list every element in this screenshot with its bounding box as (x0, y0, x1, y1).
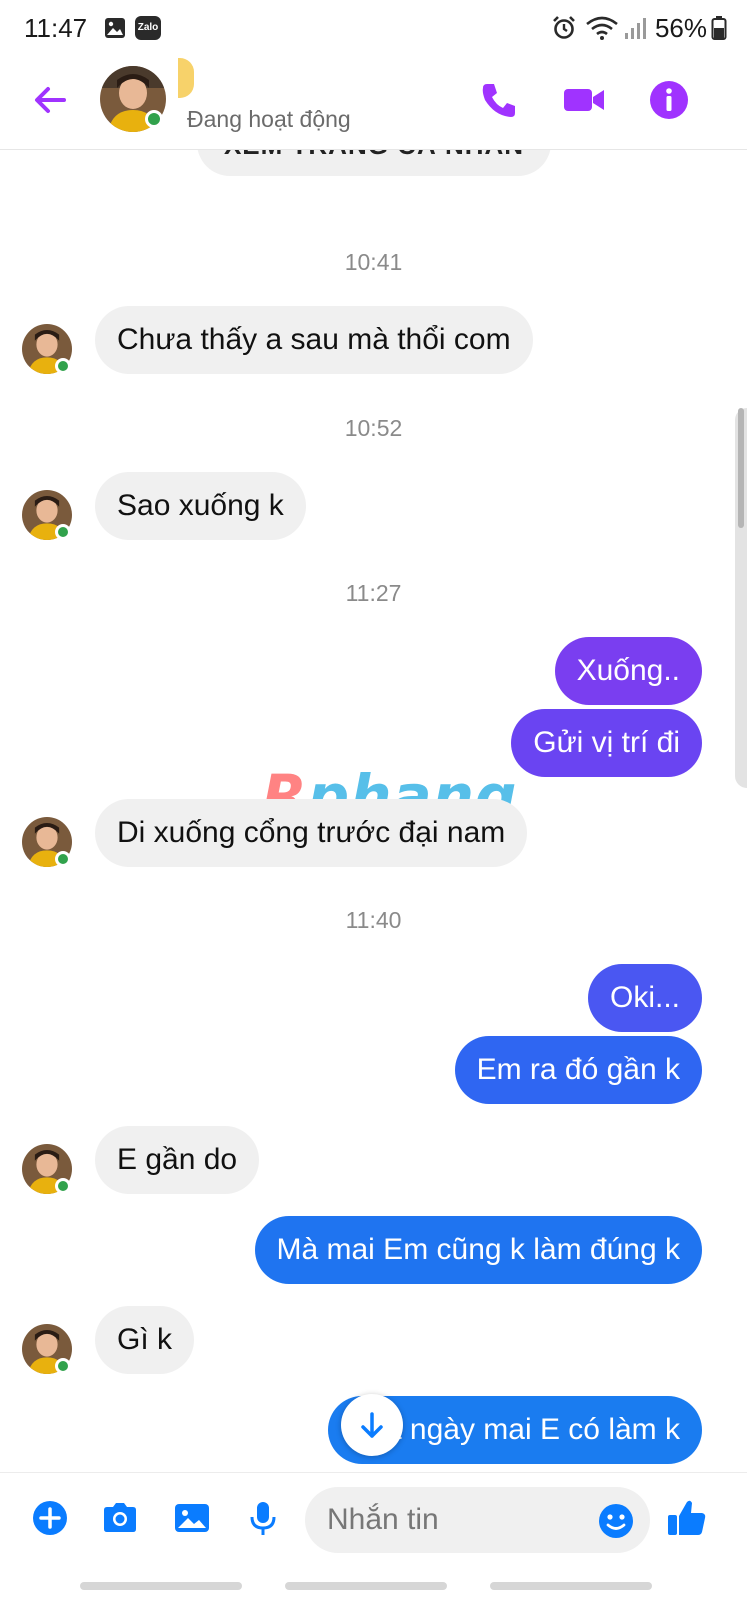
timestamp: 10:41 (344, 249, 403, 275)
timestamp: 11:27 (345, 580, 402, 606)
online-indicator (55, 1178, 71, 1194)
chat-header: Đang hoạt động (0, 58, 747, 150)
thumbs-up-icon[interactable] (665, 1496, 709, 1540)
online-indicator (55, 1358, 71, 1374)
arrow-down-icon (361, 1412, 383, 1438)
online-indicator (55, 524, 71, 540)
info-icon[interactable] (647, 78, 691, 122)
phone-call-icon[interactable] (477, 78, 521, 122)
gallery-icon[interactable] (172, 1498, 212, 1538)
nav-home[interactable] (285, 1582, 447, 1590)
timestamp: 11:40 (345, 907, 402, 933)
alarm-icon (553, 16, 575, 39)
emoji-icon[interactable] (596, 1501, 636, 1541)
active-status: Đang hoạt động (187, 106, 351, 132)
incoming-message[interactable]: Sao xuống k (95, 472, 306, 540)
contact-name-emoji (178, 58, 194, 98)
system-nav-bar (0, 1564, 747, 1600)
timestamp: 10:52 (344, 415, 403, 441)
nav-back[interactable] (490, 1582, 652, 1590)
outgoing-message[interactable]: Xuống.. (554, 637, 702, 705)
battery-icon (711, 16, 727, 40)
back-arrow-icon[interactable] (30, 80, 70, 120)
incoming-message[interactable]: Di xuống cổng trước đại nam (95, 799, 528, 867)
view-profile-button[interactable]: XEM TRANG CÁ NHÂN (197, 150, 551, 176)
zalo-notification-icon: Zalo (135, 16, 161, 40)
outgoing-message[interactable]: Oki... (587, 964, 702, 1032)
signal-icon (624, 18, 646, 39)
incoming-message[interactable]: Gì k (95, 1306, 195, 1374)
nav-recent-apps[interactable] (80, 1582, 242, 1590)
status-time: 11:47 (24, 13, 88, 43)
wifi-icon (586, 16, 618, 40)
gallery-notification-icon (105, 18, 125, 38)
status-right: 56% (551, 12, 727, 44)
plus-icon[interactable] (30, 1498, 70, 1538)
outgoing-message[interactable]: Em ra đó gần k (454, 1036, 702, 1104)
composer-bar: Nhắn tin (0, 1472, 747, 1564)
online-indicator (145, 110, 163, 128)
message-input[interactable]: Nhắn tin (305, 1487, 650, 1553)
battery-percent: 56% (654, 12, 707, 43)
outgoing-message[interactable]: Mà mai Em cũng k làm đúng k (254, 1216, 702, 1284)
scroll-to-bottom-button[interactable] (341, 1394, 403, 1456)
status-bar: 11:47 Zalo 56% (0, 0, 747, 58)
message-list[interactable]: XEM TRANG CÁ NHÂN 10:41 Chưa thấy a sau … (0, 150, 747, 1472)
outgoing-message[interactable]: Gửi vị trí đi (511, 709, 702, 777)
online-indicator (55, 851, 71, 867)
scrollbar[interactable] (735, 408, 747, 788)
microphone-icon[interactable] (243, 1498, 283, 1538)
incoming-message[interactable]: E gần do (95, 1126, 260, 1194)
online-indicator (55, 358, 71, 374)
camera-icon[interactable] (100, 1498, 140, 1538)
message-input-placeholder: Nhắn tin (327, 1503, 439, 1536)
video-call-icon[interactable] (562, 78, 606, 122)
incoming-message[interactable]: Chưa thấy a sau mà thổi com (95, 306, 533, 374)
